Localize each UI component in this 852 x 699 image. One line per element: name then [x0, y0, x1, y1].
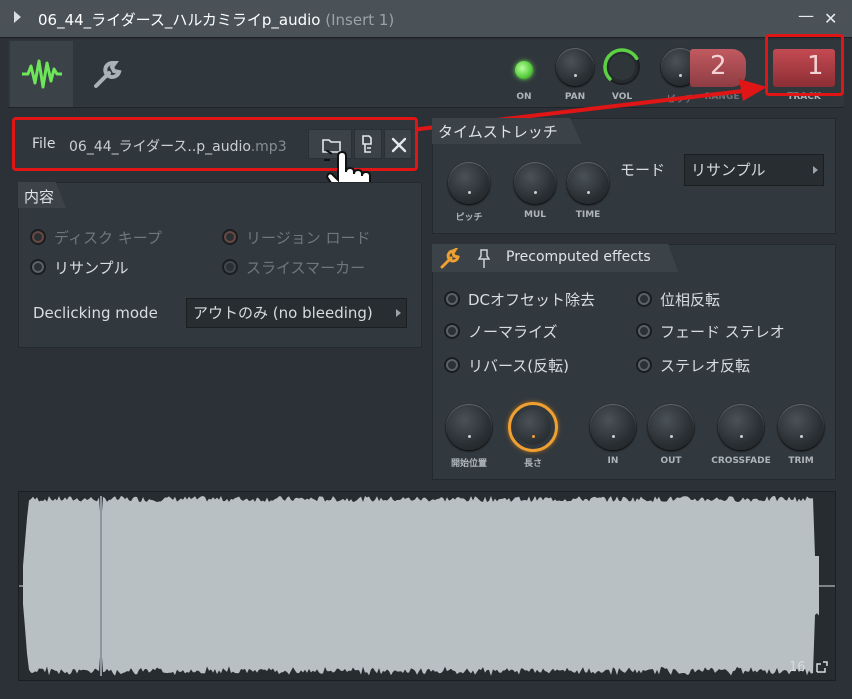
expand-icon[interactable]: [815, 660, 829, 674]
waveform-counter: 16: [789, 660, 806, 675]
waveform-logo-icon: [22, 59, 62, 89]
wave-logo-tab[interactable]: [10, 41, 73, 107]
stereo-swap-label: ステレオ反転: [660, 357, 751, 375]
window-insert-label: (Insert 1): [325, 11, 395, 29]
region-load-label: リージョン ロード: [246, 229, 371, 247]
phase-invert-label: 位相反転: [660, 291, 721, 309]
precomputed-title: Precomputed effects: [506, 249, 651, 265]
crossfade-knob[interactable]: [718, 404, 764, 450]
region-load-radio[interactable]: [222, 229, 238, 245]
disk-keep-radio[interactable]: [30, 229, 46, 245]
slice-marker-label: スライスマーカー: [246, 259, 366, 277]
normalize-radio[interactable]: [444, 323, 460, 339]
dc-offset-label: DCオフセット除去: [468, 291, 596, 309]
out-knob[interactable]: [648, 404, 694, 450]
reverse-radio[interactable]: [444, 357, 460, 373]
precomputed-pin-icon[interactable]: [477, 248, 491, 274]
stretch-mul-label: MUL: [524, 210, 546, 220]
slice-marker-radio[interactable]: [222, 259, 238, 275]
content-panel-title: 内容: [24, 188, 55, 206]
out-label: OUT: [660, 456, 682, 466]
window-title-text: 06_44_ライダース_ハルカミライp_audio: [38, 11, 321, 29]
in-label: IN: [607, 456, 619, 466]
declicking-dropdown[interactable]: アウトのみ (no bleeding): [186, 298, 407, 328]
start-position-label: 開始位置: [450, 459, 487, 469]
trim-knob[interactable]: [778, 404, 824, 450]
stretch-time-knob[interactable]: [567, 162, 609, 204]
dc-offset-radio[interactable]: [444, 291, 460, 307]
waveform-shape: [19, 496, 835, 676]
length-knob-body: [515, 409, 551, 445]
length-label: 長さ: [523, 459, 542, 469]
close-window-icon[interactable]: ✕: [824, 9, 837, 28]
timestretch-title: タイムストレッチ: [438, 123, 558, 141]
length-knob[interactable]: [508, 402, 558, 452]
in-knob[interactable]: [590, 404, 636, 450]
resample-radio[interactable]: [30, 259, 46, 275]
stretch-mul-knob[interactable]: [514, 162, 556, 204]
resample-label: リサンプル: [54, 259, 129, 277]
start-position-knob[interactable]: [446, 404, 492, 450]
crossfade-label: CROSSFADE: [711, 456, 771, 466]
normalize-label: ノーマライズ: [468, 323, 558, 341]
mode-label: モード: [620, 161, 666, 179]
menu-arrow-icon[interactable]: [14, 11, 21, 23]
mode-dropdown[interactable]: リサンプル: [684, 154, 824, 186]
stretch-pitch-knob[interactable]: [448, 162, 490, 204]
waveform-display[interactable]: 16: [18, 491, 836, 681]
wrench-settings-icon[interactable]: [90, 58, 124, 94]
dropdown-arrow-icon: [396, 309, 401, 317]
minimize-icon[interactable]: —: [798, 6, 814, 25]
timestretch-header: タイムストレッチ: [432, 118, 582, 144]
disk-keep-label: ディスク キープ: [54, 229, 162, 247]
mode-value: リサンプル: [691, 161, 766, 179]
track-highlight-box: [765, 34, 844, 96]
stretch-time-label: TIME: [575, 210, 601, 220]
declicking-value: アウトのみ (no bleeding): [193, 304, 373, 322]
fade-stereo-label: フェード ステレオ: [660, 323, 785, 341]
reverse-label: リバース(反転): [468, 357, 569, 375]
stretch-pitch-label: ピッチ: [455, 213, 483, 223]
stereo-swap-radio[interactable]: [636, 357, 652, 373]
length-knob-dot: [532, 435, 535, 438]
phase-invert-radio[interactable]: [636, 291, 652, 307]
declicking-label: Declicking mode: [33, 304, 158, 322]
window-title: 06_44_ライダース_ハルカミライp_audio (Insert 1): [38, 9, 394, 30]
trim-label: TRIM: [788, 456, 814, 466]
precomputed-wrench-icon[interactable]: [438, 246, 462, 274]
fade-stereo-radio[interactable]: [636, 323, 652, 339]
dropdown-arrow-icon: [813, 166, 818, 174]
